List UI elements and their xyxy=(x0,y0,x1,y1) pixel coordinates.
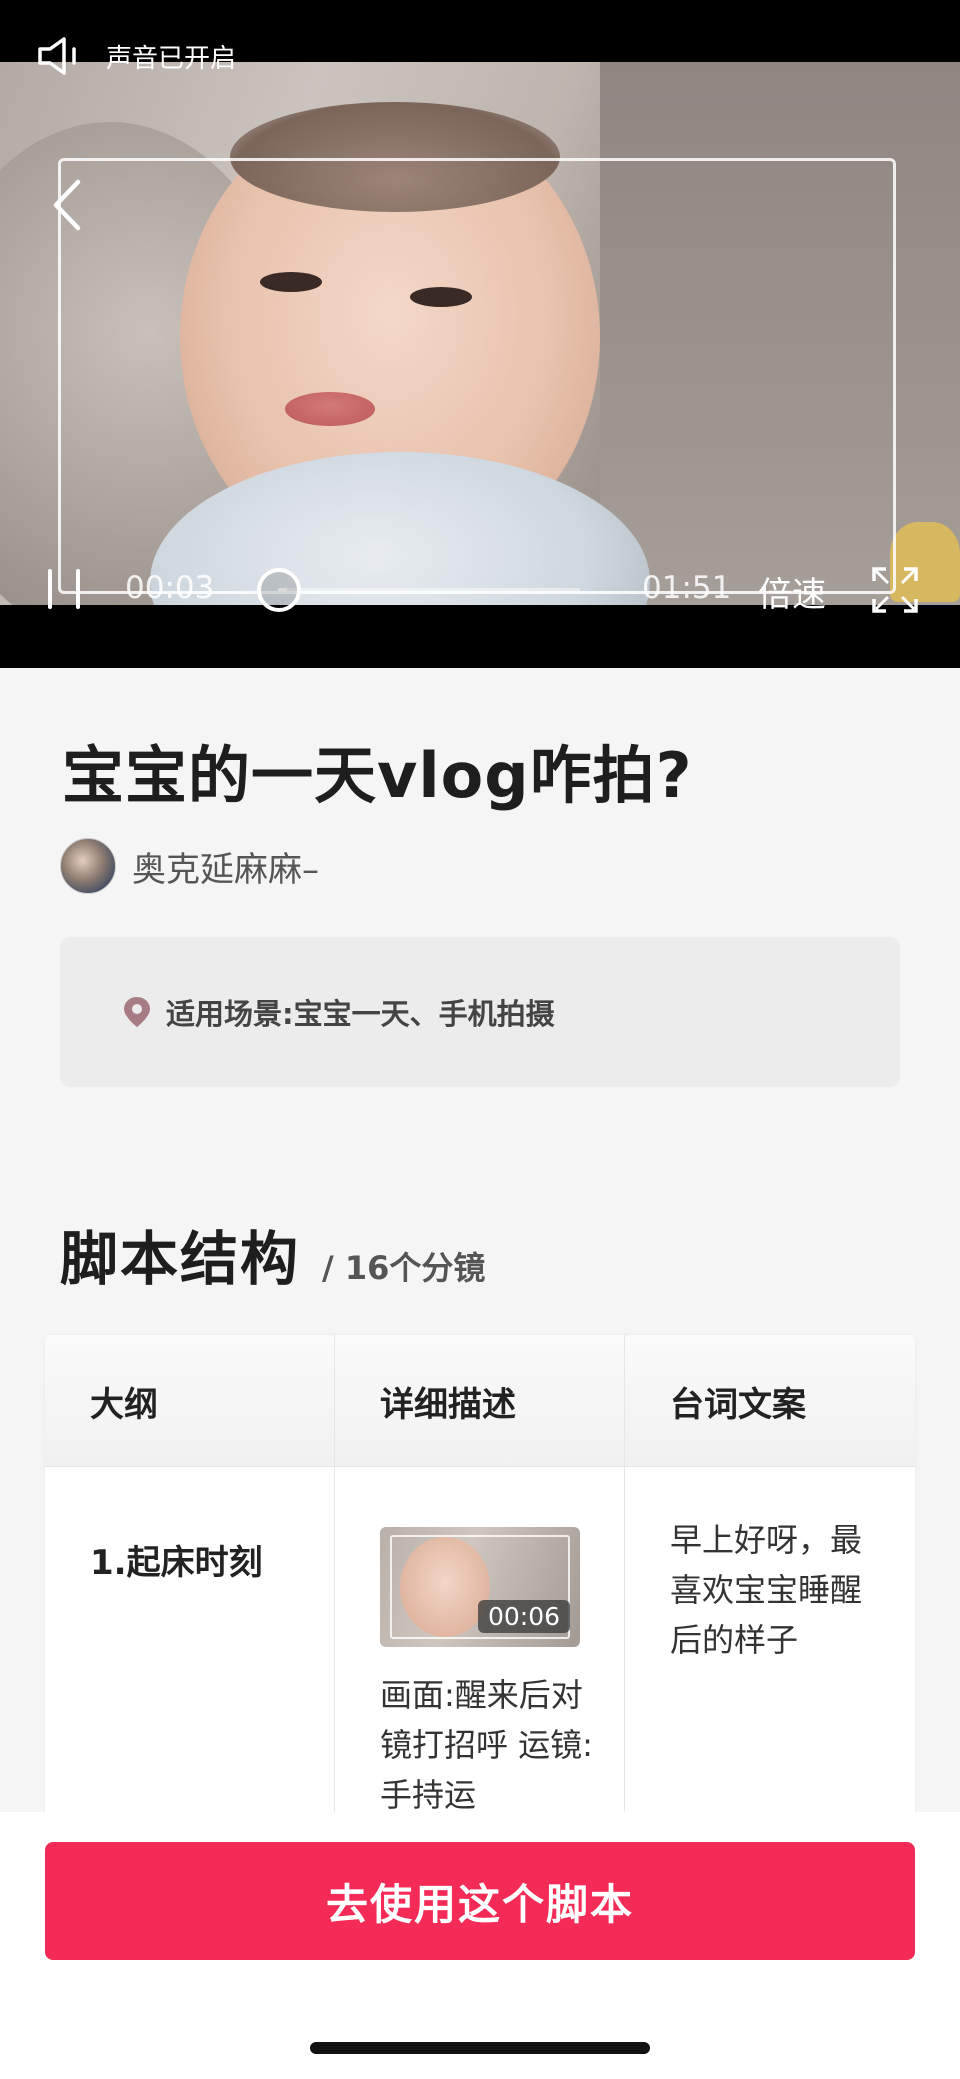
progress-knob[interactable] xyxy=(257,568,301,612)
thumbnail-duration: 00:06 xyxy=(477,1600,570,1633)
scene-label: 适用场景:宝宝一天、手机拍摄 xyxy=(166,997,555,1031)
pause-icon[interactable] xyxy=(44,567,84,611)
column-divider xyxy=(334,1335,335,1835)
script-section-header: 脚本结构 / 16个分镜 xyxy=(60,1212,485,1296)
avatar[interactable] xyxy=(60,838,116,894)
progress-track[interactable] xyxy=(278,588,580,592)
sound-status[interactable]: 声音已开启 xyxy=(36,36,236,76)
table-header: 大纲 详细描述 台词文案 xyxy=(45,1335,915,1467)
player-controls: 00:03 01:51 倍速 xyxy=(0,555,960,615)
total-time: 01:51 xyxy=(642,570,732,606)
author-row[interactable]: 奥克延麻麻– xyxy=(60,838,319,894)
table-row-description: 画面:醒来后对镜打招呼 运镜:手持运 xyxy=(380,1676,593,1814)
shot-count: / 16个分镜 xyxy=(322,1249,486,1287)
shot-thumbnail[interactable]: 00:06 xyxy=(380,1527,580,1647)
column-header-lines: 台词文案 xyxy=(670,1385,806,1425)
back-icon[interactable] xyxy=(48,178,88,232)
column-divider xyxy=(624,1335,625,1835)
video-frame-outline xyxy=(58,158,896,594)
current-time: 00:03 xyxy=(125,570,215,606)
page-title: 宝宝的一天vlog咋拍? xyxy=(62,739,693,812)
use-script-button[interactable]: 去使用这个脚本 xyxy=(45,1842,915,1960)
section-title: 脚本结构 xyxy=(60,1225,301,1293)
bottom-bar: 去使用这个脚本 xyxy=(0,1812,960,2079)
fullscreen-icon[interactable] xyxy=(870,565,920,615)
video-player[interactable]: 声音已开启 00:03 01:51 倍速 xyxy=(0,0,960,668)
video-frame[interactable] xyxy=(0,62,960,605)
speed-button[interactable]: 倍速 xyxy=(758,567,826,616)
column-header-outline: 大纲 xyxy=(90,1385,158,1425)
sound-label: 声音已开启 xyxy=(106,43,237,74)
table-row-outline: 1.起床时刻 xyxy=(90,1543,263,1583)
column-header-description: 详细描述 xyxy=(380,1385,516,1425)
home-indicator xyxy=(310,2042,650,2054)
location-pin-icon xyxy=(124,997,150,1027)
speaker-icon[interactable] xyxy=(36,36,84,76)
author-name[interactable]: 奥克延麻麻– xyxy=(132,842,319,891)
scene-box: 适用场景:宝宝一天、手机拍摄 xyxy=(60,937,900,1087)
table-row-lines: 早上好呀，最喜欢宝宝睡醒后的样子 xyxy=(670,1521,863,1659)
